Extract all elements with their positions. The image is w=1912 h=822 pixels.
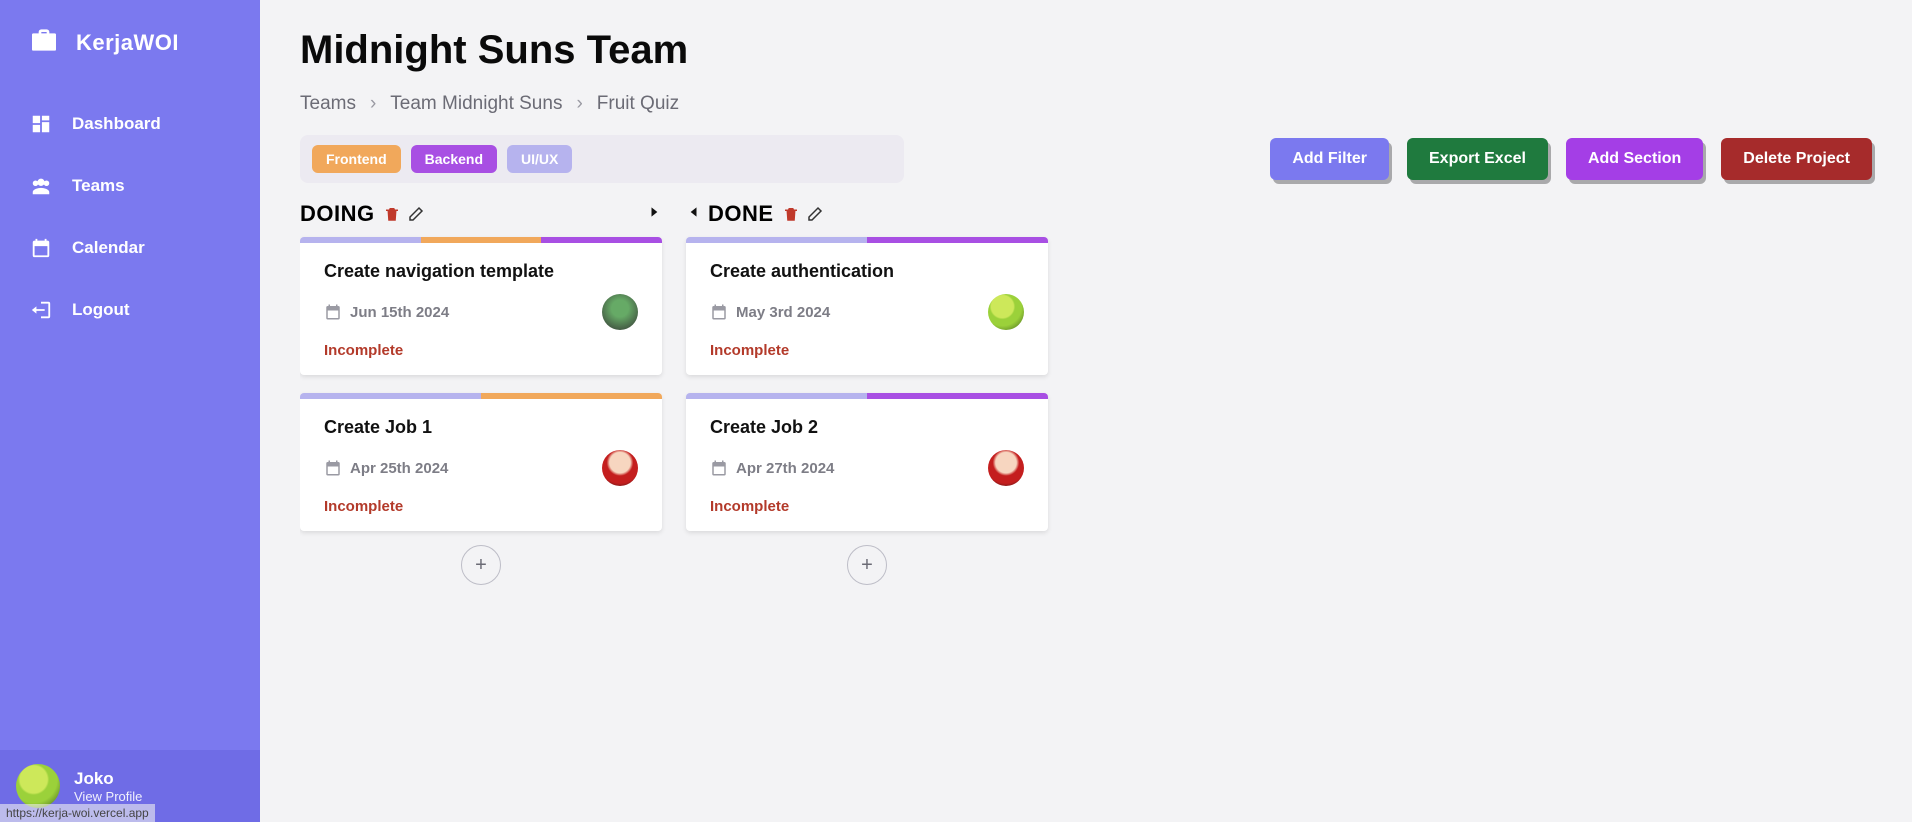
filter-bar: Frontend Backend UI/UX (300, 135, 904, 183)
sidebar-item-label: Logout (72, 300, 130, 320)
add-card-button[interactable]: + (461, 545, 501, 585)
card-title: Create authentication (710, 261, 1024, 282)
task-card[interactable]: Create Job 2 Apr 27th 2024 Incomplete (686, 393, 1048, 531)
chevron-right-icon: › (576, 93, 582, 115)
calendar-icon (30, 237, 52, 259)
profile-name: Joko (74, 769, 142, 789)
crumb-project[interactable]: Fruit Quiz (597, 93, 679, 115)
card-stripe (300, 393, 662, 399)
dashboard-icon (30, 113, 52, 135)
sidebar: KerjaWOI Dashboard Teams Calendar Logout… (0, 0, 260, 822)
card-title: Create Job 1 (324, 417, 638, 438)
add-filter-button[interactable]: Add Filter (1270, 138, 1389, 180)
column-header: DONE (686, 201, 1048, 227)
sidebar-item-logout[interactable]: Logout (0, 283, 260, 337)
crumb-teams[interactable]: Teams (300, 93, 356, 115)
column-title: DONE (708, 201, 774, 227)
board-scroll[interactable]: DOING Create navigation template Jun 15th … (300, 201, 1872, 605)
chevron-right-icon: › (370, 93, 376, 115)
caret-right-icon[interactable] (648, 205, 662, 224)
sidebar-item-label: Dashboard (72, 114, 161, 134)
toolbar: Frontend Backend UI/UX Add Filter Export… (300, 135, 1872, 183)
filter-chip-uiux[interactable]: UI/UX (507, 145, 572, 173)
export-excel-button[interactable]: Export Excel (1407, 138, 1548, 180)
filter-chip-frontend[interactable]: Frontend (312, 145, 401, 173)
teams-icon (30, 175, 52, 197)
task-card[interactable]: Create navigation template Jun 15th 2024 I… (300, 237, 662, 375)
brand-title: KerjaWOI (76, 30, 179, 56)
crumb-team[interactable]: Team Midnight Suns (390, 93, 562, 115)
edit-icon[interactable] (806, 205, 824, 223)
sidebar-item-calendar[interactable]: Calendar (0, 221, 260, 275)
assignee-avatar (988, 294, 1024, 330)
assignee-avatar (988, 450, 1024, 486)
add-card-button[interactable]: + (847, 545, 887, 585)
filter-chip-backend[interactable]: Backend (411, 145, 497, 173)
delete-project-button[interactable]: Delete Project (1721, 138, 1872, 180)
column-header: DOING (300, 201, 662, 227)
page-title: Midnight Suns Team (300, 28, 1872, 73)
card-date: Apr 25th 2024 (324, 459, 448, 477)
sidebar-item-dashboard[interactable]: Dashboard (0, 97, 260, 151)
sidebar-item-label: Teams (72, 176, 125, 196)
card-stripe (686, 393, 1048, 399)
column: DOING Create navigation template Jun 15th … (300, 201, 662, 585)
add-section-button[interactable]: Add Section (1566, 138, 1703, 180)
card-stripe (686, 237, 1048, 243)
trash-icon[interactable] (383, 205, 401, 223)
status-badge: Incomplete (710, 342, 1024, 359)
column: DONE Create authentication May 3rd 2024 Inc… (686, 201, 1048, 585)
task-card[interactable]: Create authentication May 3rd 2024 Incompl… (686, 237, 1048, 375)
avatar (16, 764, 60, 808)
board: DOING Create navigation template Jun 15th … (300, 201, 1872, 585)
brand[interactable]: KerjaWOI (0, 0, 260, 81)
task-card[interactable]: Create Job 1 Apr 25th 2024 Incomplete (300, 393, 662, 531)
card-date: May 3rd 2024 (710, 303, 830, 321)
profile-bar[interactable]: Joko View Profile https://kerja-woi.verc… (0, 750, 260, 822)
card-title: Create Job 2 (710, 417, 1024, 438)
status-url: https://kerja-woi.vercel.app (0, 804, 155, 822)
card-title: Create navigation template (324, 261, 638, 282)
view-profile-link[interactable]: View Profile (74, 789, 142, 804)
sidebar-item-teams[interactable]: Teams (0, 159, 260, 213)
card-date: Apr 27th 2024 (710, 459, 834, 477)
status-badge: Incomplete (710, 498, 1024, 515)
assignee-avatar (602, 450, 638, 486)
trash-icon[interactable] (782, 205, 800, 223)
caret-left-icon[interactable] (686, 205, 700, 224)
logout-icon (30, 299, 52, 321)
nav: Dashboard Teams Calendar Logout (0, 81, 260, 353)
briefcase-icon (28, 24, 60, 61)
status-badge: Incomplete (324, 342, 638, 359)
edit-icon[interactable] (407, 205, 425, 223)
card-date: Jun 15th 2024 (324, 303, 449, 321)
main: Midnight Suns Team Teams › Team Midnight… (260, 0, 1912, 822)
assignee-avatar (602, 294, 638, 330)
breadcrumb: Teams › Team Midnight Suns › Fruit Quiz (300, 93, 1872, 115)
status-badge: Incomplete (324, 498, 638, 515)
sidebar-item-label: Calendar (72, 238, 145, 258)
column-title: DOING (300, 201, 375, 227)
card-stripe (300, 237, 662, 243)
